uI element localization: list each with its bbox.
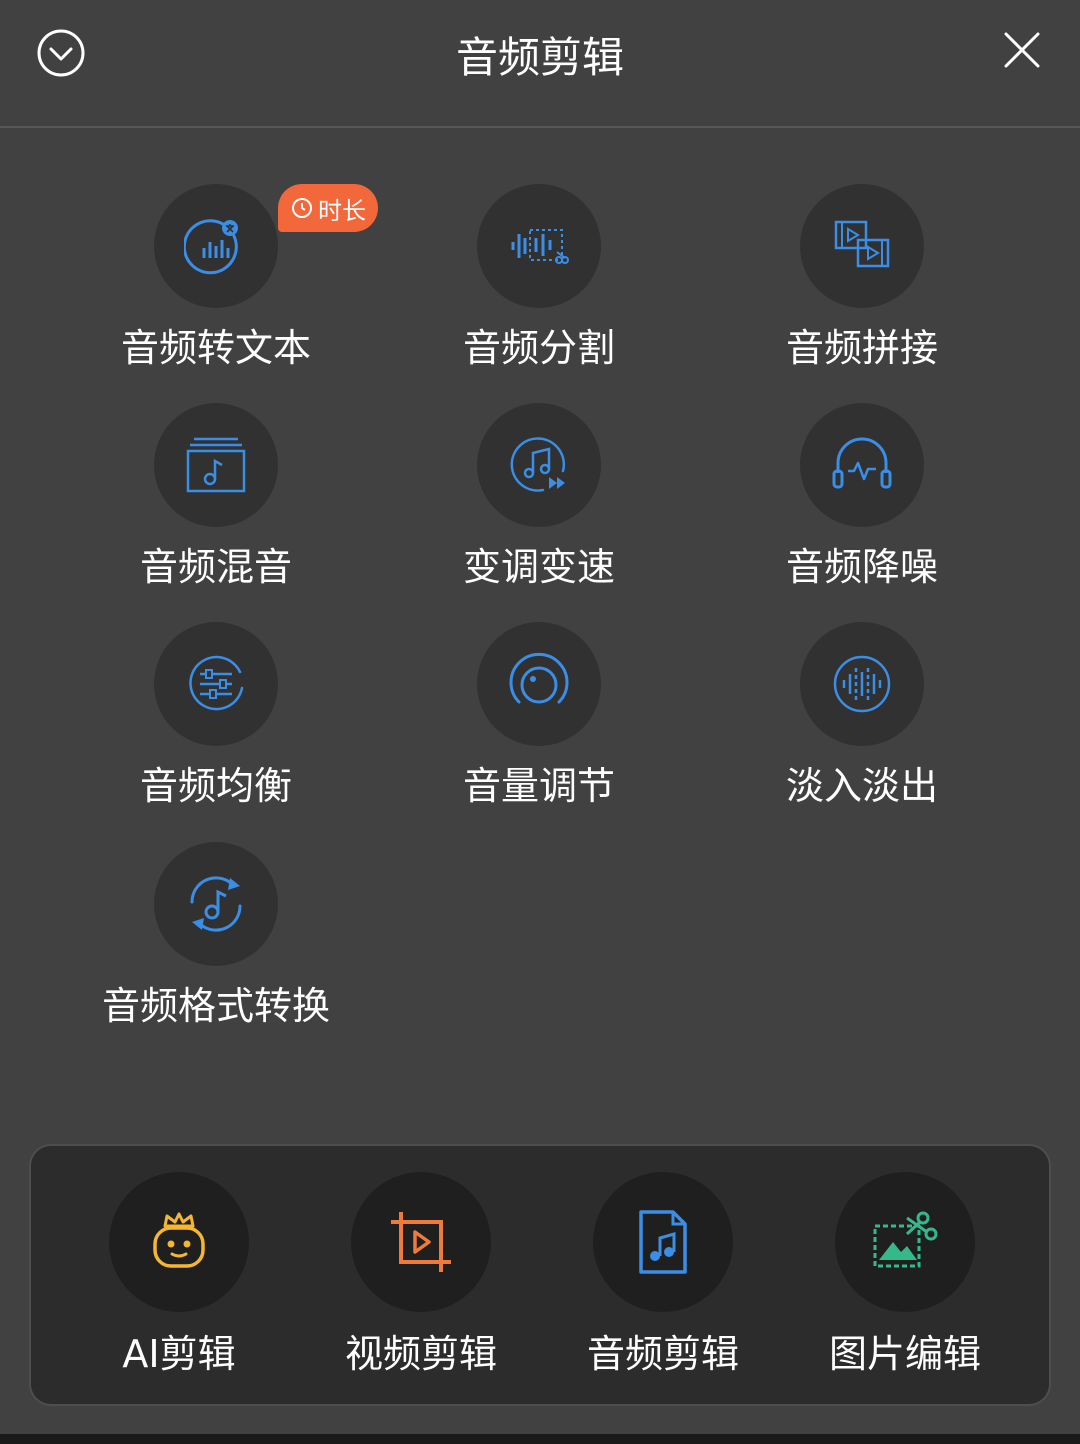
tool-label: 音频转文本 bbox=[120, 326, 311, 370]
tool-format-convert[interactable]: 音频格式转换 bbox=[66, 842, 366, 1042]
dock-video-edit[interactable]: 视频剪辑 bbox=[301, 1172, 541, 1382]
audio-join-icon bbox=[834, 220, 890, 268]
pitch-speed-icon bbox=[510, 437, 566, 492]
close-icon bbox=[1004, 32, 1040, 68]
tool-label: 音频均衡 bbox=[139, 764, 292, 808]
tool-icon-circle bbox=[477, 622, 601, 746]
tool-audio-split[interactable]: 音频分割 bbox=[389, 184, 689, 384]
close-button[interactable] bbox=[1000, 28, 1044, 72]
image-cut-icon bbox=[873, 1211, 938, 1268]
tool-label: 音频格式转换 bbox=[101, 984, 330, 1028]
dock-image-edit[interactable]: 图片编辑 bbox=[785, 1172, 1025, 1382]
dock-icon-circle bbox=[593, 1172, 733, 1312]
audio-mix-icon bbox=[186, 437, 246, 493]
dock-icon-circle bbox=[109, 1172, 249, 1312]
tool-audio-mix[interactable]: 音频混音 bbox=[66, 403, 366, 603]
noise-reduction-icon bbox=[832, 437, 892, 489]
audio-edit-panel: 音频剪辑 音频转文本 时长 音频分割 音频拼接 音频混音 变调变速 音频降噪 音… bbox=[0, 0, 1080, 1444]
collapse-button[interactable] bbox=[36, 28, 86, 78]
header-divider bbox=[0, 126, 1080, 128]
audio-file-icon bbox=[639, 1210, 687, 1274]
tool-pitch-speed[interactable]: 变调变速 bbox=[389, 403, 689, 603]
equalizer-icon bbox=[189, 655, 244, 711]
dock-label: 图片编辑 bbox=[828, 1332, 981, 1376]
tool-label: 音频拼接 bbox=[785, 326, 938, 370]
dock-ai-edit[interactable]: AI剪辑 bbox=[59, 1172, 299, 1382]
dock-label: AI剪辑 bbox=[122, 1332, 236, 1376]
dock-icon-circle bbox=[351, 1172, 491, 1312]
tool-equalizer[interactable]: 音频均衡 bbox=[66, 622, 366, 822]
dock-label: 音频剪辑 bbox=[586, 1332, 739, 1376]
tool-noise-reduction[interactable]: 音频降噪 bbox=[712, 403, 1012, 603]
tool-icon-circle bbox=[154, 184, 278, 308]
tool-volume[interactable]: 音量调节 bbox=[389, 622, 689, 822]
chevron-down-circle-icon bbox=[37, 29, 85, 77]
fade-icon bbox=[833, 655, 891, 713]
video-crop-icon bbox=[391, 1212, 451, 1272]
tool-icon-circle bbox=[800, 403, 924, 527]
page-title: 音频剪辑 bbox=[455, 33, 624, 82]
tool-label: 音频分割 bbox=[462, 326, 615, 370]
tool-label: 音频降噪 bbox=[785, 545, 938, 589]
audio-to-text-icon bbox=[184, 219, 238, 275]
tool-label: 淡入淡出 bbox=[785, 764, 938, 808]
volume-knob-icon bbox=[509, 652, 569, 704]
tool-label: 变调变速 bbox=[462, 545, 615, 589]
tool-audio-join[interactable]: 音频拼接 bbox=[712, 184, 1012, 384]
dock-label: 视频剪辑 bbox=[344, 1332, 497, 1376]
audio-split-icon bbox=[511, 229, 569, 264]
tool-label: 音频混音 bbox=[139, 545, 292, 589]
clock-icon bbox=[292, 198, 312, 218]
duration-badge: 时长 bbox=[278, 184, 378, 232]
tool-icon-circle bbox=[800, 622, 924, 746]
dock-audio-edit[interactable]: 音频剪辑 bbox=[543, 1172, 783, 1382]
tool-icon-circle bbox=[154, 622, 278, 746]
badge-text: 时长 bbox=[318, 196, 366, 225]
tool-label: 音量调节 bbox=[462, 764, 615, 808]
tool-fade[interactable]: 淡入淡出 bbox=[712, 622, 1012, 822]
tool-icon-circle bbox=[477, 403, 601, 527]
format-convert-icon bbox=[190, 876, 242, 932]
tool-icon-circle bbox=[477, 184, 601, 308]
tool-icon-circle bbox=[154, 403, 278, 527]
bottom-dock: AI剪辑 视频剪辑 音频剪辑 图片编辑 bbox=[29, 1144, 1051, 1406]
tool-icon-circle bbox=[154, 842, 278, 966]
header: 音频剪辑 bbox=[0, 0, 1080, 128]
ai-robot-icon bbox=[153, 1212, 205, 1268]
bottom-strip bbox=[0, 1434, 1080, 1444]
dock-icon-circle bbox=[835, 1172, 975, 1312]
tool-icon-circle bbox=[800, 184, 924, 308]
